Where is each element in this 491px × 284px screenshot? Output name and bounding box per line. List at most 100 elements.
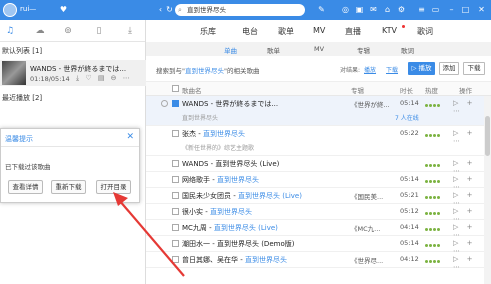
col-title[interactable]: 歌曲名 [182, 85, 202, 95]
phone-icon[interactable]: ▯ [93, 25, 105, 37]
col-duration[interactable]: 时长 [400, 85, 413, 95]
row-actions[interactable]: ▷ + ⋯ [453, 99, 484, 115]
tab-songs[interactable]: 单曲 [224, 45, 237, 55]
game-icon[interactable]: ◎ [340, 4, 351, 15]
music-note-icon[interactable]: ♫ [4, 25, 16, 37]
col-album[interactable]: 专辑 [351, 85, 364, 95]
row-checkbox[interactable] [172, 208, 179, 215]
tab-playlists[interactable]: 歌单 [267, 45, 280, 55]
table-row[interactable]: 潮田水一 - 直到世界尽头 (Demo版) 05:14 ▷ + ⋯ [146, 236, 484, 255]
row-actions[interactable]: ▷ + ⋯ [453, 129, 484, 145]
song-title[interactable]: 网络歌手 - 直到世界尽头 [182, 175, 259, 185]
song-title[interactable]: MC九周 - 直到世界尽头 (Live) [182, 223, 278, 233]
row-actions[interactable]: ▷ + ⋯ [453, 255, 484, 271]
sort-by-download[interactable]: 下载 [386, 65, 398, 74]
refresh-icon[interactable]: ↻ [164, 4, 175, 15]
nav-ktv[interactable]: KTV [382, 26, 397, 35]
nav-playlists[interactable]: 歌单 [278, 26, 294, 37]
nav-lyrics[interactable]: 歌词 [417, 26, 433, 37]
download-icon[interactable]: ⤓ [124, 25, 136, 37]
select-all-checkbox[interactable] [172, 85, 179, 92]
table-row[interactable]: 曾日其娜、吴在华 - 直到世界尽头 《世界尽... 04:12 ▷ + ⋯ [146, 252, 484, 271]
table-row[interactable]: WANDS - 世界が終るまでは... 直到世界尽头 《世界が終... 05:1… [146, 96, 484, 126]
mail-icon[interactable]: ✉ [368, 4, 379, 15]
username[interactable]: rui— [20, 5, 36, 13]
now-playing-item[interactable]: WANDS - 世界が終るまでは... 01:18/05:14 ⤓ ♡ ▤ ⊖ … [0, 60, 146, 86]
skin-icon[interactable]: ✎ [316, 4, 327, 15]
scrollbar[interactable] [484, 96, 491, 284]
avatar[interactable] [3, 3, 17, 17]
song-duration: 05:14 [400, 99, 419, 107]
play-all-button[interactable]: ▷ 播放 [408, 62, 435, 75]
table-row[interactable]: 国民未少女团员 - 直到世界尽头 (Live) 《国民美... 05:21 ▷ … [146, 188, 484, 207]
tshirt-icon[interactable]: ⌂ [382, 4, 393, 15]
table-row[interactable]: WANDS - 直到世界尽头 (Live) ▷ + ⋯ [146, 156, 484, 175]
row-checkbox[interactable] [172, 192, 179, 199]
song-duration: 05:21 [400, 191, 419, 199]
search-icon[interactable]: ⌕ [178, 4, 182, 16]
row-checkbox[interactable] [172, 160, 179, 167]
search-input[interactable]: ⌕ 直到世界尽头 [175, 4, 305, 16]
song-album[interactable]: 《国民美... [351, 191, 383, 201]
song-album[interactable]: 《世界が終... [351, 99, 390, 109]
row-checkbox[interactable] [172, 176, 179, 183]
col-hot[interactable]: 热度 [425, 85, 438, 95]
redownload-button[interactable]: 重新下载 [51, 180, 86, 194]
minimize-icon[interactable]: – [446, 4, 457, 15]
col-actions: 操作 [459, 87, 472, 95]
heart-icon[interactable]: ♥ [58, 4, 69, 15]
download-button[interactable]: 下载 [463, 62, 485, 75]
recent-played-label[interactable]: 最近播放 [2] [2, 93, 42, 103]
menu-icon[interactable]: ≡ [416, 4, 427, 15]
row-checkbox[interactable] [172, 240, 179, 247]
default-list-label[interactable]: 默认列表 [1] [2, 46, 42, 56]
nav-radio[interactable]: 电台 [242, 26, 258, 37]
row-checkbox[interactable] [172, 224, 179, 231]
tab-albums[interactable]: 专辑 [357, 45, 370, 55]
tab-lyrics[interactable]: 歌词 [401, 45, 414, 55]
song-title[interactable]: WANDS - 世界が終るまでは... [182, 99, 278, 109]
song-title[interactable]: 很小实 - 直到世界尽头 [182, 207, 252, 217]
song-title[interactable]: 国民未少女团员 - 直到世界尽头 (Live) [182, 191, 302, 201]
tab-mv[interactable]: MV [314, 45, 324, 53]
main-nav: 乐库 电台 歌单 MV 直播 KTV 歌词 [146, 20, 491, 42]
close-icon[interactable]: ✕ [476, 4, 487, 15]
cloud-icon[interactable]: ☁ [34, 25, 46, 37]
nav-mv[interactable]: MV [313, 26, 325, 35]
gift-icon[interactable]: ▣ [354, 4, 365, 15]
radio-icon[interactable]: ⊚ [62, 25, 74, 37]
song-album[interactable]: 《MC九... [351, 223, 380, 233]
song-duration: 05:22 [400, 129, 419, 137]
hot-indicator [425, 257, 443, 263]
song-title[interactable]: 潮田水一 - 直到世界尽头 (Demo版) [182, 239, 294, 249]
nav-library[interactable]: 乐库 [200, 26, 216, 37]
table-row[interactable]: 很小实 - 直到世界尽头 05:12 ▷ + ⋯ [146, 204, 484, 223]
search-query: 直到世界尽头 [187, 6, 226, 14]
view-details-button[interactable]: 查看详情 [8, 180, 43, 194]
radio-button[interactable] [161, 100, 168, 107]
close-icon[interactable]: ✕ [126, 132, 134, 142]
row-checkbox[interactable] [172, 130, 179, 137]
song-subtitle: 直到世界尽头 [182, 115, 219, 122]
nav-live[interactable]: 直播 [345, 26, 361, 37]
row-checkbox[interactable] [172, 256, 179, 263]
song-album[interactable]: 《世界尽... [351, 255, 383, 265]
row-checkbox[interactable] [172, 100, 179, 107]
song-title[interactable]: 曾日其娜、吴在华 - 直到世界尽头 [182, 255, 287, 265]
maximize-icon[interactable]: □ [460, 4, 471, 15]
now-playing-actions[interactable]: ⤓ ♡ ▤ ⊖ ⋯ [76, 74, 132, 83]
open-folder-button[interactable]: 打开目录 [96, 180, 131, 194]
scrollbar-thumb[interactable] [485, 116, 490, 156]
settings-icon[interactable]: ⚙ [396, 4, 407, 15]
song-title[interactable]: 张杰 - 直到世界尽头 [182, 129, 245, 139]
song-duration: 05:12 [400, 207, 419, 215]
sort-by-play[interactable]: 播放 [364, 65, 376, 74]
table-row[interactable]: MC九周 - 直到世界尽头 (Live) 《MC九... 04:14 ▷ + ⋯ [146, 220, 484, 239]
mini-mode-icon[interactable]: ▭ [430, 4, 441, 15]
column-headers: 歌曲名 专辑 时长 热度 操作 [146, 82, 491, 96]
table-row[interactable]: 张杰 - 直到世界尽头 《新任世界的》综艺主题歌 05:22 ▷ + ⋯ [146, 126, 484, 156]
song-subtitle: 《新任世界的》综艺主题歌 [182, 145, 255, 152]
song-title[interactable]: WANDS - 直到世界尽头 (Live) [182, 159, 279, 169]
table-row[interactable]: 网络歌手 - 直到世界尽头 05:14 ▷ + ⋯ [146, 172, 484, 191]
add-button[interactable]: 添加 [439, 62, 459, 75]
